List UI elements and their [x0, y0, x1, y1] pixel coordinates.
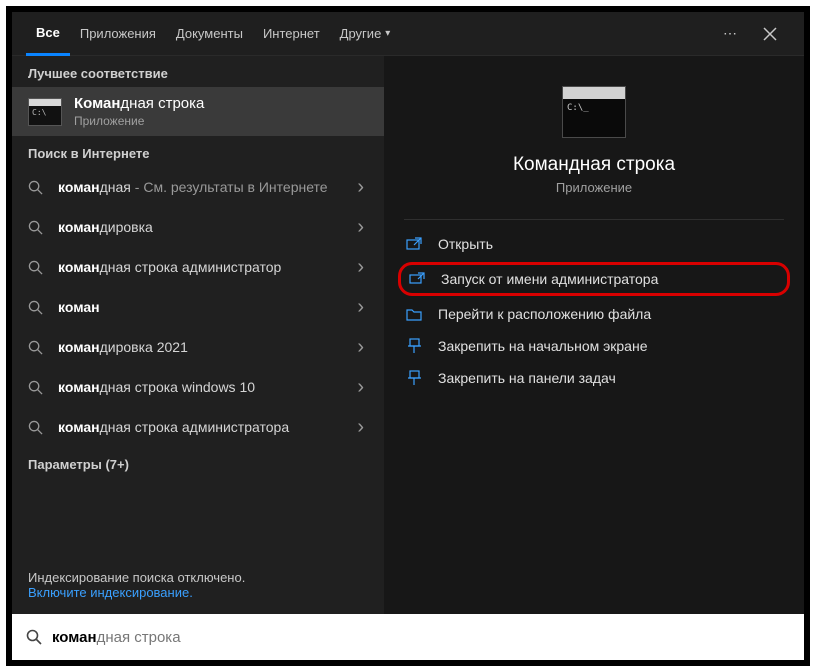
- chevron-right-icon[interactable]: ›: [353, 296, 368, 319]
- tab-documents[interactable]: Документы: [166, 12, 253, 56]
- action-pin-to-start[interactable]: Закрепить на начальном экране: [384, 330, 804, 362]
- filter-tabs: Все Приложения Документы Интернет Другие…: [12, 12, 804, 56]
- tab-all[interactable]: Все: [26, 12, 70, 56]
- action-pin-to-taskbar[interactable]: Закрепить на панели задач: [384, 362, 804, 394]
- tab-other[interactable]: Другие ▾: [330, 12, 401, 56]
- action-open-file-location[interactable]: Перейти к расположению файла: [384, 298, 804, 330]
- best-match-title-bold: Коман: [74, 95, 120, 112]
- preview-title: Командная строка: [513, 154, 675, 176]
- search-bar[interactable]: командная строка: [12, 614, 804, 660]
- chevron-right-icon[interactable]: ›: [353, 216, 368, 239]
- divider: [404, 219, 784, 220]
- tab-web[interactable]: Интернет: [253, 12, 330, 56]
- indexing-notice: Индексирование поиска отключено. Включит…: [12, 558, 384, 614]
- action-open-label: Открыть: [438, 236, 493, 252]
- search-input-rest: дная строка: [97, 629, 181, 646]
- search-icon: [28, 180, 46, 195]
- close-icon: [763, 27, 777, 41]
- action-pin-to-start-label: Закрепить на начальном экране: [438, 338, 648, 354]
- action-open-file-location-label: Перейти к расположению файла: [438, 306, 651, 322]
- search-input[interactable]: командная строка: [52, 629, 790, 646]
- best-match-title-rest: дная строка: [120, 95, 204, 112]
- tab-apps[interactable]: Приложения: [70, 12, 166, 56]
- search-window: Все Приложения Документы Интернет Другие…: [12, 12, 804, 660]
- web-result-text: командировка: [58, 218, 341, 236]
- web-result-text: командная строка администратор: [58, 258, 341, 276]
- close-button[interactable]: [750, 14, 790, 54]
- open-icon: [406, 237, 424, 251]
- chevron-right-icon[interactable]: ›: [353, 336, 368, 359]
- shield-icon: [409, 271, 427, 287]
- pin-taskbar-icon: [406, 370, 424, 386]
- web-result-row[interactable]: командная строка администратор ›: [12, 247, 384, 287]
- web-result-text: командировка 2021: [58, 338, 341, 356]
- action-run-as-admin[interactable]: Запуск от имени администратора: [398, 262, 790, 296]
- preview-subtitle: Приложение: [556, 180, 632, 195]
- action-run-as-admin-label: Запуск от имени администратора: [441, 271, 658, 287]
- enable-indexing-link[interactable]: Включите индексирование.: [28, 585, 368, 600]
- pin-start-icon: [406, 338, 424, 354]
- search-icon: [28, 420, 46, 435]
- action-open[interactable]: Открыть: [384, 228, 804, 260]
- more-options-button[interactable]: ⋯: [710, 14, 750, 54]
- tab-other-label: Другие: [340, 26, 382, 41]
- best-match-result[interactable]: Командная строка Приложение: [12, 87, 384, 136]
- app-thumbnail-icon: [562, 86, 626, 138]
- folder-icon: [406, 307, 424, 321]
- web-result-text: командная - См. результаты в Интернете: [58, 178, 341, 196]
- search-icon: [28, 380, 46, 395]
- chevron-right-icon[interactable]: ›: [353, 176, 368, 199]
- chevron-right-icon[interactable]: ›: [353, 256, 368, 279]
- chevron-down-icon: ▾: [385, 28, 390, 39]
- web-result-text: коман: [58, 298, 341, 316]
- search-icon: [28, 300, 46, 315]
- chevron-right-icon[interactable]: ›: [353, 416, 368, 439]
- section-best-match-label: Лучшее соответствие: [12, 56, 384, 87]
- web-result-row[interactable]: командировка 2021 ›: [12, 327, 384, 367]
- indexing-off-text: Индексирование поиска отключено.: [28, 570, 368, 585]
- search-icon: [26, 629, 42, 645]
- ellipsis-icon: ⋯: [723, 25, 737, 42]
- best-match-title: Командная строка: [74, 95, 204, 112]
- web-result-row[interactable]: командная строка администратора ›: [12, 407, 384, 447]
- section-web-label: Поиск в Интернете: [12, 136, 384, 167]
- command-prompt-icon: [28, 98, 62, 126]
- best-match-subtitle: Приложение: [74, 114, 204, 128]
- web-result-row[interactable]: командная строка windows 10 ›: [12, 367, 384, 407]
- results-panel: Лучшее соответствие Командная строка При…: [12, 56, 384, 614]
- search-icon: [28, 220, 46, 235]
- action-pin-to-taskbar-label: Закрепить на панели задач: [438, 370, 616, 386]
- search-icon: [28, 260, 46, 275]
- web-result-row[interactable]: командировка ›: [12, 207, 384, 247]
- web-result-text: командная строка администратора: [58, 418, 341, 436]
- search-input-bold: коман: [52, 629, 97, 646]
- section-settings-label: Параметры (7+): [12, 447, 384, 478]
- web-result-row[interactable]: коман ›: [12, 287, 384, 327]
- web-result-text: командная строка windows 10: [58, 378, 341, 396]
- search-icon: [28, 340, 46, 355]
- chevron-right-icon[interactable]: ›: [353, 376, 368, 399]
- preview-panel: Командная строка Приложение Открыть Запу…: [384, 56, 804, 614]
- web-result-row[interactable]: командная - См. результаты в Интернете ›: [12, 167, 384, 207]
